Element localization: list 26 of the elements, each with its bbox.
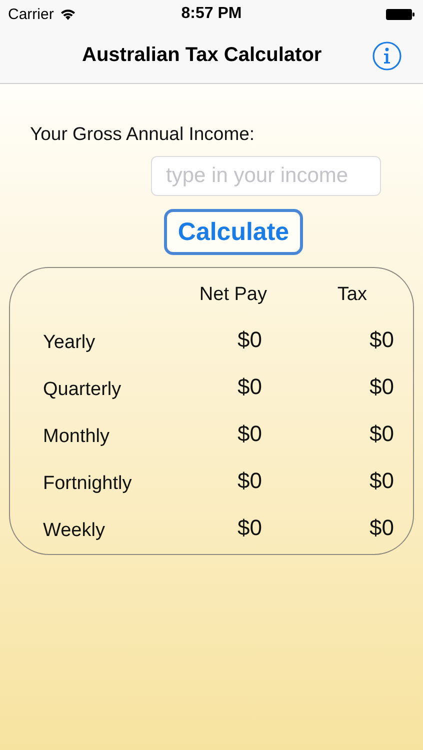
carrier-name: Carrier	[8, 6, 54, 22]
battery-icon	[386, 8, 415, 20]
period-label: Yearly	[43, 330, 96, 354]
net-pay-value: $0	[238, 514, 262, 540]
net-pay-value: $0	[238, 468, 262, 494]
calculate-button[interactable]: Calculate	[164, 209, 303, 255]
tax-value: $0	[370, 468, 394, 494]
column-header: Net Pay	[199, 284, 267, 306]
net-pay-value: $0	[238, 326, 262, 352]
column-header: Tax	[337, 284, 367, 306]
tax-value: $0	[370, 374, 394, 400]
tax-value: $0	[370, 514, 394, 540]
info-icon[interactable]	[372, 40, 402, 70]
status-time: 8:57 PM	[181, 5, 242, 23]
tax-value: $0	[370, 326, 394, 352]
screen-title: Australian Tax Calculator	[82, 44, 323, 67]
income-field[interactable]: type in your income	[151, 156, 381, 196]
period-label: Monthly	[43, 424, 111, 448]
period-label: Weekly	[43, 518, 106, 542]
wifi-icon	[60, 8, 76, 20]
period-label: Quarterly	[43, 378, 122, 400]
period-label: Fortnightly	[43, 472, 133, 494]
income-label: Your Gross Annual Income:	[29, 123, 256, 145]
net-pay-value: $0	[238, 420, 262, 446]
net-pay-value: $0	[238, 374, 262, 400]
tax-value: $0	[370, 420, 394, 446]
